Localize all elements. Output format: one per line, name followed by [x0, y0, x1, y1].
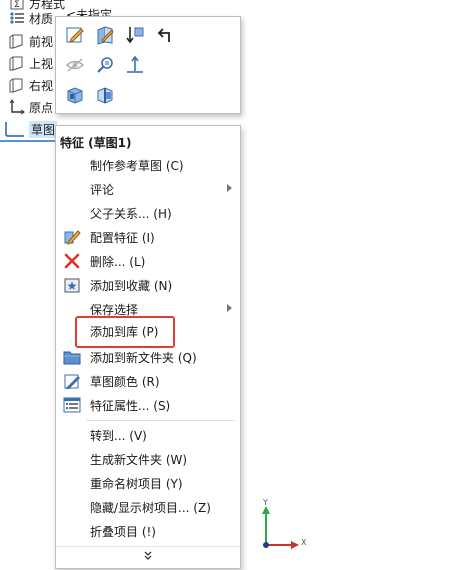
- menu-item-parent-child[interactable]: 父子关系... (H): [56, 201, 240, 225]
- menu-item-add-to-favorites[interactable]: 添加到收藏 (N): [56, 273, 240, 297]
- tree-item-origin[interactable]: 原点: [8, 96, 53, 118]
- submenu-arrow-icon: [227, 304, 232, 312]
- context-toolbar: [55, 16, 241, 114]
- menu-item-go-to[interactable]: 转到... (V): [56, 423, 240, 447]
- edit-sketch-icon: [65, 25, 85, 48]
- zoom-to-selection-button[interactable]: [92, 53, 118, 79]
- plane-icon: [8, 54, 26, 72]
- triad-y-label: Y: [263, 498, 268, 507]
- menu-item-create-new-folder[interactable]: 生成新文件夹 (W): [56, 447, 240, 471]
- triad-x-label: X: [301, 538, 307, 547]
- tree-item-material[interactable]: 材质: [8, 7, 53, 29]
- sketch-color-icon: [63, 372, 81, 390]
- menu-expand-more-button[interactable]: [56, 546, 240, 567]
- tree-item-label: 前视: [29, 34, 54, 49]
- favorite-star-icon: [63, 276, 81, 294]
- axes-triad: Y X: [254, 490, 314, 555]
- properties-icon: [63, 396, 81, 414]
- tree-item-label: 原点: [29, 100, 54, 115]
- tree-item-label: 上视: [29, 56, 54, 71]
- section-view-button[interactable]: [92, 83, 118, 109]
- edit-sketch-button[interactable]: [62, 23, 88, 49]
- plane-icon: [8, 32, 26, 50]
- menu-item-label: 配置特征 (I): [90, 231, 155, 245]
- tree-item-label: 右视: [29, 78, 54, 93]
- menu-header: 特征 (草图1): [60, 136, 132, 150]
- configure-feature-icon: [63, 228, 81, 246]
- highlight-annotation: [75, 316, 175, 348]
- menu-item-label: 删除... (L): [90, 255, 146, 269]
- section-view-icon: [95, 85, 115, 108]
- undo-arrow-icon: [155, 25, 175, 48]
- menu-item-label: 折叠项目 (!): [90, 525, 156, 539]
- selection-underline: [0, 140, 56, 142]
- tree-item-right-plane[interactable]: 右视: [8, 74, 53, 96]
- material-icon: [8, 9, 26, 27]
- menu-item-hide-show-tree-items[interactable]: 隐藏/显示树项目... (Z): [56, 495, 240, 519]
- menu-item-label: 转到... (V): [90, 429, 147, 443]
- normal-to-button[interactable]: [122, 53, 148, 79]
- menu-item-label: 评论: [90, 183, 115, 197]
- submenu-arrow-icon: [227, 184, 232, 192]
- view-orientation-button[interactable]: [62, 83, 88, 109]
- edit-feature-button[interactable]: [92, 23, 118, 49]
- tree-item-label: 草图: [29, 120, 58, 138]
- menu-item-label: 添加到收藏 (N): [90, 279, 173, 293]
- menu-item-label: 重命名树项目 (Y): [90, 477, 183, 491]
- menu-item-label: 隐藏/显示树项目... (Z): [90, 501, 211, 515]
- tree-item-front-plane[interactable]: 前视: [8, 30, 53, 52]
- menu-item-configure-feature[interactable]: 配置特征 (I): [56, 225, 240, 249]
- hide-button[interactable]: [62, 53, 88, 79]
- plane-icon: [8, 76, 26, 94]
- context-menu: 特征 (草图1) 制作参考草图 (C) 评论 父子关系... (H) 配置特征 …: [55, 125, 241, 569]
- menu-item-feature-properties[interactable]: 特征属性... (S): [56, 393, 240, 417]
- delete-x-icon: [63, 252, 81, 270]
- menu-item-label: 草图颜色 (R): [90, 375, 160, 389]
- tree-item-label: 材质: [29, 11, 54, 26]
- menu-item-delete[interactable]: 删除... (L): [56, 249, 240, 273]
- zoom-to-selection-icon: [95, 55, 115, 78]
- menu-item-label: 生成新文件夹 (W): [90, 453, 188, 467]
- menu-item-rename-tree-item[interactable]: 重命名树项目 (Y): [56, 471, 240, 495]
- chevron-double-down-icon: [143, 550, 153, 564]
- rollback-button[interactable]: [122, 23, 148, 49]
- hide-eye-icon: [65, 55, 85, 78]
- menu-item-label: 制作参考草图 (C): [90, 159, 184, 173]
- edit-feature-icon: [95, 25, 115, 48]
- menu-item-make-reference-sketch[interactable]: 制作参考草图 (C): [56, 153, 240, 177]
- menu-item-add-to-new-folder[interactable]: 添加到新文件夹 (Q): [56, 345, 240, 369]
- menu-item-sketch-color[interactable]: 草图颜色 (R): [56, 369, 240, 393]
- rollback-icon: [125, 25, 145, 48]
- feature-tree: Σ 方程式 材质 前视 上视 右视 原点 草图: [0, 0, 65, 145]
- sketch-icon: [2, 120, 26, 138]
- menu-item-label: 特征属性... (S): [90, 399, 171, 413]
- menu-item-label: 添加到新文件夹 (Q): [90, 351, 197, 365]
- tree-item-top-plane[interactable]: 上视: [8, 52, 53, 74]
- menu-item-label: 父子关系... (H): [90, 207, 172, 221]
- normal-to-icon: [125, 55, 145, 78]
- folder-icon: [63, 348, 81, 366]
- menu-item-collapse-items[interactable]: 折叠项目 (!): [56, 519, 240, 543]
- view-orientation-icon: [65, 85, 85, 108]
- menu-separator: [86, 420, 236, 421]
- menu-item-comment[interactable]: 评论: [56, 177, 240, 201]
- tree-item-sketch[interactable]: 草图: [2, 118, 58, 140]
- undo-arrow-button[interactable]: [152, 23, 178, 49]
- origin-icon: [8, 98, 26, 116]
